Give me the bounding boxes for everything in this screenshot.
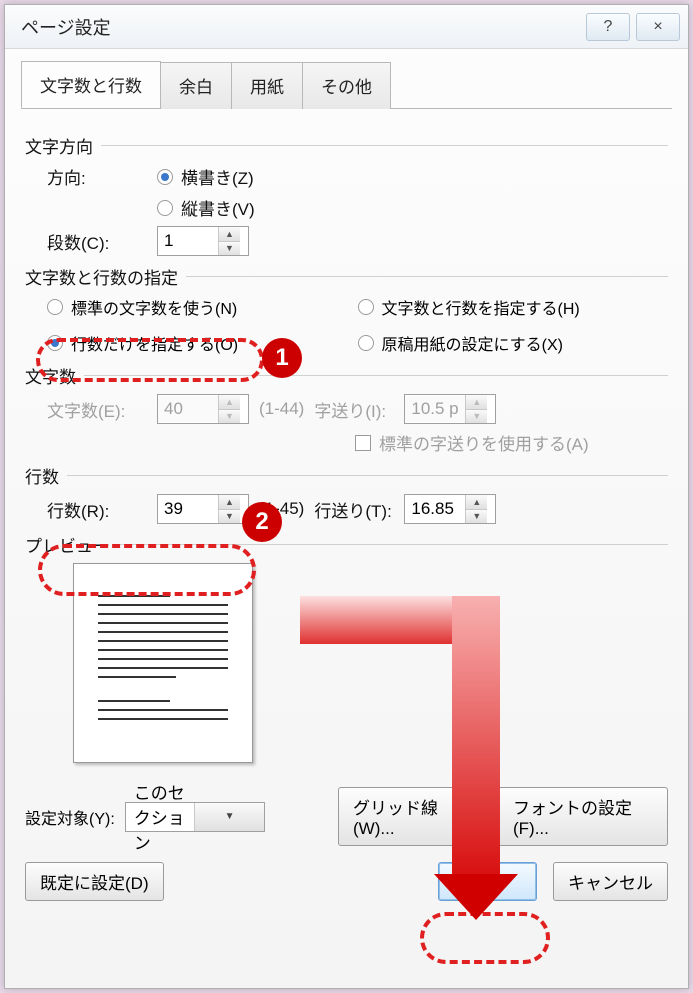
line-pitch-label: 行送り(T): [314, 497, 404, 522]
titlebar: ページ設定 ? × [5, 5, 688, 49]
radio-horizontal[interactable]: 横書き(Z) [157, 164, 254, 189]
columns-label: 段数(C): [47, 229, 157, 254]
font-settings-button[interactable]: フォントの設定(F)... [498, 787, 668, 846]
chars-input [158, 396, 218, 422]
char-pitch-spinner: ▲▼ [404, 394, 496, 424]
group-lines: 行数 [25, 463, 668, 488]
char-pitch-input [405, 396, 465, 422]
radio-genkou[interactable]: 原稿用紙の設定にする(X) [358, 331, 647, 355]
tabs: 文字数と行数 余白 用紙 その他 [21, 61, 672, 109]
set-default-button[interactable]: 既定に設定(D) [25, 862, 164, 901]
line-pitch-input[interactable] [405, 496, 465, 522]
tab-paper[interactable]: 用紙 [231, 62, 303, 109]
lines-input[interactable] [158, 496, 218, 522]
lines-spinner[interactable]: ▲▼ [157, 494, 249, 524]
use-std-pitch-checkbox [355, 435, 371, 451]
radio-both[interactable]: 文字数と行数を指定する(H) [358, 295, 647, 319]
window-title: ページ設定 [21, 14, 586, 40]
apply-to-label: 設定対象(Y): [25, 805, 115, 829]
radio-standard[interactable]: 標準の文字数を使う(N) [47, 295, 336, 319]
chars-label: 文字数(E): [47, 397, 157, 422]
columns-spinner[interactable]: ▲▼ [157, 226, 249, 256]
char-pitch-label: 字送り(I): [314, 397, 404, 422]
spinner-up-icon[interactable]: ▲ [466, 495, 487, 510]
tab-panel: 文字方向 方向: 横書き(Z) 縦書き(V) 段数(C): ▲▼ [21, 109, 672, 901]
tab-margins[interactable]: 余白 [160, 62, 232, 109]
page-setup-dialog: ページ設定 ? × 文字数と行数 余白 用紙 その他 文字方向 方向: 横書き(… [4, 4, 689, 989]
spinner-up-icon[interactable]: ▲ [219, 495, 240, 510]
close-button[interactable]: × [636, 13, 680, 41]
lines-label: 行数(R): [47, 497, 157, 522]
chevron-down-icon[interactable]: ▼ [194, 803, 264, 831]
spinner-down-icon[interactable]: ▼ [466, 510, 487, 524]
spinner-down-icon[interactable]: ▼ [219, 510, 240, 524]
radio-lines-only[interactable]: 行数だけを指定する(O) [47, 331, 336, 355]
tab-chars-lines[interactable]: 文字数と行数 [21, 61, 161, 108]
direction-label: 方向: [47, 164, 157, 189]
line-pitch-spinner[interactable]: ▲▼ [404, 494, 496, 524]
help-button[interactable]: ? [586, 13, 630, 41]
group-preview: プレビュー [25, 532, 668, 557]
group-chars: 文字数 [25, 363, 668, 388]
preview-page [73, 563, 253, 763]
apply-to-value: このセクション [126, 779, 195, 854]
spinner-up-icon[interactable]: ▲ [219, 227, 240, 242]
use-std-pitch-label: 標準の字送りを使用する(A) [379, 430, 589, 455]
chars-range: (1-44) [259, 399, 304, 419]
ok-button[interactable]: OK [438, 862, 537, 901]
cancel-button[interactable]: キャンセル [553, 862, 668, 901]
tab-other[interactable]: その他 [302, 62, 391, 109]
spinner-down-icon[interactable]: ▼ [219, 242, 240, 256]
gridlines-button[interactable]: グリッド線(W)... [338, 787, 488, 846]
apply-to-combo[interactable]: このセクション ▼ [125, 802, 265, 832]
lines-range: (1-45) [259, 499, 304, 519]
group-direction: 文字方向 [25, 133, 668, 158]
radio-vertical[interactable]: 縦書き(V) [157, 195, 255, 220]
group-spec: 文字数と行数の指定 [25, 264, 668, 289]
columns-input[interactable] [158, 228, 218, 254]
chars-spinner: ▲▼ [157, 394, 249, 424]
